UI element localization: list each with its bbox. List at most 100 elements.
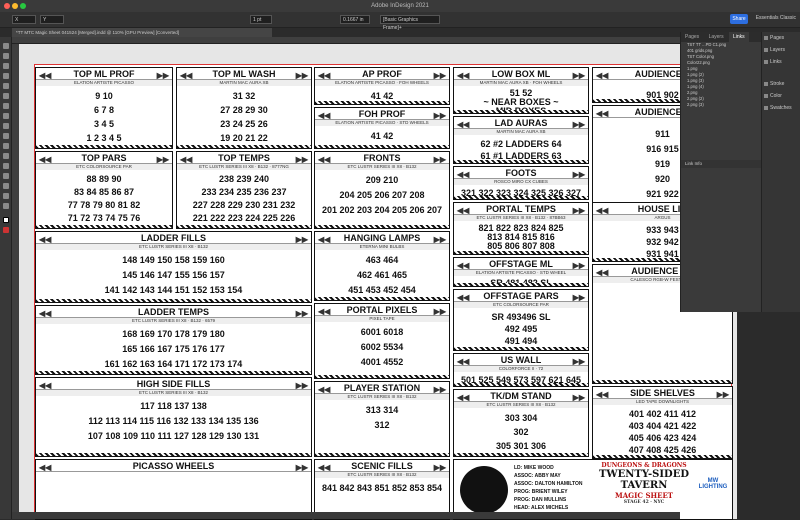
fill-swatch-icon[interactable] [3, 217, 9, 223]
panel-subtitle: ELATION ARTISTE PICASSO · STD WHEEL [454, 270, 588, 276]
panel-title: US WALL ◀◀ ▶▶ [454, 354, 588, 366]
y-field[interactable]: Y [40, 15, 64, 24]
channel-row: 209 210 [365, 175, 399, 185]
panel-subtitle: LED TAPE DOWNLIGHTS [593, 399, 732, 405]
magic-panel[interactable]: LADDER FILLS ◀◀ ▶▶ ETC LUSTR SERIES III X8 … [35, 231, 312, 303]
stroke-weight-field[interactable]: 1 pt [250, 15, 272, 24]
magic-panel[interactable]: AP PROF ◀◀ ▶▶ ELATION ARTISTE PICASSO · FOH… [314, 67, 450, 105]
horizontal-ruler[interactable] [12, 37, 680, 44]
panel-title: PORTAL PIXELS ◀◀ ▶▶ [315, 304, 449, 316]
magic-panel[interactable]: TK/DM STAND ◀◀ ▶▶ ETC LUSTR SERIES III X8 ·… [453, 389, 589, 457]
width-field[interactable]: 0.1667 in [340, 15, 370, 24]
panel-subtitle: ELATION ARTISTE PICASSO [36, 80, 172, 86]
panel-title: LOW BOX ML ◀◀ ▶▶ [454, 68, 588, 80]
channel-list: 209 210 204 205 206 207 208 201 202 203 20… [315, 171, 449, 228]
collapsed-panel-column: Pages Layers Links Stroke Color Swatches [761, 32, 800, 312]
minimize-window-button[interactable] [12, 3, 18, 9]
magic-panel[interactable]: FOH PROF ◀◀ ▶▶ ELATION ARTISTE PICASSO · ST… [314, 107, 450, 149]
free-transform-tool-icon[interactable] [3, 153, 9, 159]
channel-list: 821 822 823 824 825 813 814 815 816 805 80… [454, 222, 588, 254]
channel-row: 491 494 [504, 336, 538, 346]
selection-tool-icon[interactable] [3, 43, 9, 49]
pen-tool-icon[interactable] [3, 103, 9, 109]
panel-swatches[interactable]: Swatches [762, 102, 800, 114]
magic-panel[interactable]: FRONTS ◀◀ ▶▶ ETC LUSTR SERIES III X8 · B132… [314, 151, 450, 229]
note-tool-icon[interactable] [3, 173, 9, 179]
hazard-stripe [454, 453, 588, 456]
tab-layers[interactable]: Layers [705, 32, 728, 42]
hand-tool-icon[interactable] [3, 193, 9, 199]
magic-panel[interactable]: FOOTS ◀◀ ▶▶ ROSCO MIRO CX CUBES 321 322 323 … [453, 166, 589, 200]
maximize-window-button[interactable] [20, 3, 26, 9]
channel-row: 1 2 3 4 5 [86, 133, 122, 143]
magic-panel[interactable]: TOP ML WASH ◀◀ ▶▶ MARTIN MAC AURA XB 31 32 27… [176, 67, 312, 149]
magic-panel[interactable]: SCENIC FILLS ◀◀ ▶▶ ETC LUSTR SERIES III X8 … [314, 459, 450, 520]
magic-panel[interactable]: US WALL ◀◀ ▶▶ COLORFORCE II · 72 501 525 549… [453, 353, 589, 387]
hazard-stripe [593, 455, 732, 458]
x-field[interactable]: X [12, 15, 36, 24]
tab-pages[interactable]: Pages [681, 32, 703, 42]
magic-panel[interactable]: LADDER TEMPS ◀◀ ▶▶ ETC LUSTR SERIES III X8 … [35, 305, 312, 375]
channel-list: 148 149 150 158 159 160 145 146 147 155 1… [36, 251, 311, 302]
panel-layers[interactable]: Layers [762, 44, 800, 56]
magic-panel[interactable]: PICASSO WHEELS ◀◀ ▶▶ [35, 459, 312, 520]
workspace-switcher[interactable]: Essentials Classic [756, 15, 796, 21]
panel-subtitle: ELATION ARTISTE PICASSO · STD WHEELS [315, 120, 449, 126]
hazard-stripe [315, 297, 449, 300]
share-button[interactable]: Share [730, 14, 748, 24]
channel-row: 6002 5534 [360, 342, 404, 352]
rectangle-frame-tool-icon[interactable] [3, 123, 9, 129]
magic-panel[interactable]: PORTAL PIXELS ◀◀ ▶▶ PIXEL TAPE 6001 6018 6002… [314, 303, 450, 379]
magic-panel[interactable]: LAD AURAS ◀◀ ▶▶ MARTIN MAC AURA XB 62 #2 LAD… [453, 116, 589, 164]
panel-subtitle: ETC LUSTR SERIES III X8 · B132 · 87BB63 [454, 215, 588, 221]
line-tool-icon[interactable] [3, 93, 9, 99]
gap-tool-icon[interactable] [3, 73, 9, 79]
credit-line: PROG: BRIENT WILEY [514, 489, 568, 495]
panel-links[interactable]: Links [762, 56, 800, 68]
mw-lighting-logo: MW LIGHTING [698, 478, 728, 490]
d20-logo-icon [460, 466, 508, 514]
link-info-header[interactable]: Link Info [681, 160, 761, 168]
magic-panel[interactable]: OFFSTAGE PARS ◀◀ ▶▶ ETC COLORSOURCE PAR SR 4… [453, 289, 589, 351]
tab-links[interactable]: Links [728, 32, 749, 42]
magic-panel[interactable]: HANGING LAMPS ◀◀ ▶▶ ETERNA MINI BULBS 463 46… [314, 231, 450, 301]
panel-title: SIDE SHELVES ◀◀ ▶▶ [593, 387, 732, 399]
pencil-tool-icon[interactable] [3, 113, 9, 119]
channel-list: 62 #2 LADDERS 64 61 #1 LADDERS 63 [454, 136, 588, 163]
channel-row: 62 #2 LADDERS 64 [480, 139, 562, 149]
magic-panel[interactable]: TOP TEMPS ◀◀ ▶▶ ETC LUSTR SERIES III X8 · B… [176, 151, 312, 229]
magic-sheet-page[interactable]: TOP ML PROF ◀◀ ▶▶ ELATION ARTISTE PICASSO 9 … [34, 64, 733, 520]
stroke-swatch-icon[interactable] [3, 227, 9, 233]
page-tool-icon[interactable] [3, 63, 9, 69]
document-tab[interactable]: *TT MTC Magic Sheet 041524 [Merged].indd… [12, 28, 272, 37]
channel-list: 463 464 462 461 465 451 453 452 454 [315, 251, 449, 300]
gradient-tool-icon[interactable] [3, 163, 9, 169]
eyedropper-tool-icon[interactable] [3, 183, 9, 189]
frame-style-select[interactable]: [Basic Graphics Frame]+ [380, 15, 440, 31]
magic-panel[interactable]: TOP ML PROF ◀◀ ▶▶ ELATION ARTISTE PICASSO 9 … [35, 67, 173, 149]
panel-pages[interactable]: Pages [762, 32, 800, 44]
direct-selection-tool-icon[interactable] [3, 53, 9, 59]
close-window-button[interactable] [4, 3, 10, 9]
magic-panel[interactable]: HIGH SIDE FILLS ◀◀ ▶▶ ETC LUSTR SERIES III … [35, 377, 312, 457]
vertical-ruler[interactable] [12, 44, 19, 519]
magic-panel[interactable]: OFFSTAGE ML ◀◀ ▶▶ ELATION ARTISTE PICASSO ·… [453, 257, 589, 287]
rectangle-tool-icon[interactable] [3, 133, 9, 139]
magic-panel[interactable]: PLAYER STATION ◀◀ ▶▶ ETC LUSTR SERIES III X… [314, 381, 450, 457]
panel-subtitle: MARTIN MAC AURA XB [177, 80, 311, 86]
channel-row: 148 149 150 158 159 160 [122, 255, 225, 265]
panel-title: FOOTS ◀◀ ▶▶ [454, 167, 588, 179]
magic-panel[interactable]: PORTAL TEMPS ◀◀ ▶▶ ETC LUSTR SERIES III X8 … [453, 202, 589, 255]
panel-color[interactable]: Color [762, 90, 800, 102]
magic-panel[interactable]: TOP PARS ◀◀ ▶▶ ETC COLORSOURCE PAR 88 89 90 8… [35, 151, 173, 229]
panel-stroke[interactable]: Stroke [762, 78, 800, 90]
type-tool-icon[interactable] [3, 83, 9, 89]
hazard-stripe [454, 383, 588, 386]
magic-panel[interactable]: LOW BOX ML ◀◀ ▶▶ MARTIN MAC AURA XB · FOH W… [453, 67, 589, 114]
scissors-tool-icon[interactable] [3, 143, 9, 149]
panel-title: TOP ML WASH ◀◀ ▶▶ [177, 68, 311, 80]
magic-panel[interactable]: SIDE SHELVES ◀◀ ▶▶ LED TAPE DOWNLIGHTS 401 4… [592, 386, 733, 459]
link-item[interactable]: 2.png (3) [681, 102, 761, 108]
zoom-tool-icon[interactable] [3, 203, 9, 209]
channel-row: 107 108 109 110 111 127 128 129 130 131 [87, 431, 260, 441]
